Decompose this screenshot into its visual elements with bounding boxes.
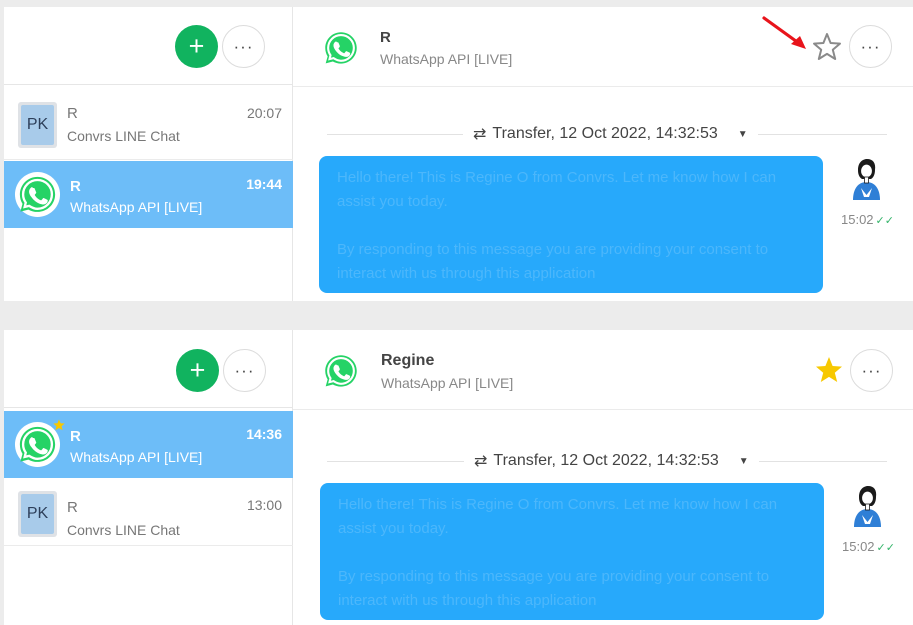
chat-area: Regine WhatsApp API [LIVE] ··· ⇄ Transfe… (293, 330, 913, 625)
conversation-item-active[interactable]: R WhatsApp API [LIVE] 14:36 (4, 411, 293, 478)
sidebar-more-button[interactable]: ··· (223, 349, 266, 392)
new-chat-button[interactable]: + (176, 349, 219, 392)
chat-area: R WhatsApp API [LIVE] ··· ⇄ Transfer, 12… (293, 7, 913, 301)
message-text: By responding to this message you are pr… (338, 568, 770, 609)
sidebar-toolbar: + ··· (4, 7, 293, 85)
whatsapp-icon (320, 350, 362, 392)
more-dots-icon: ··· (861, 360, 882, 380)
contact-channel: WhatsApp API [LIVE] (380, 51, 513, 67)
whatsapp-icon (320, 27, 362, 69)
chevron-down-icon[interactable]: ▼ (739, 456, 749, 467)
conversation-item[interactable]: PK R Convrs LINE Chat 20:07 (4, 93, 293, 160)
conversation-item[interactable]: PK R Convrs LINE Chat 13:00 (4, 479, 293, 546)
conversation-channel: Convrs LINE Chat (67, 522, 180, 538)
transfer-marker: ⇄ Transfer, 12 Oct 2022, 14:32:53 ▼ (463, 124, 758, 144)
conversation-name: R (70, 178, 81, 195)
transfer-text: Transfer, 12 Oct 2022, 14:32:53 (493, 452, 719, 469)
message-text: Hello there! This is Regine O from Convr… (338, 496, 778, 537)
conversation-channel: WhatsApp API [LIVE] (70, 449, 203, 465)
agent-avatar (850, 484, 884, 528)
message-bubble: Hello there! This is Regine O from Convr… (319, 156, 823, 293)
star-outline-icon[interactable] (811, 31, 843, 63)
conversation-channel: WhatsApp API [LIVE] (70, 199, 203, 215)
plus-icon: + (189, 355, 206, 385)
conversation-name: R (70, 428, 81, 445)
transfer-text: Transfer, 12 Oct 2022, 14:32:53 (492, 125, 718, 142)
message-text: By responding to this message you are pr… (337, 241, 769, 282)
more-dots-icon: ··· (234, 360, 255, 380)
chat-more-button[interactable]: ··· (849, 25, 892, 68)
avatar: PK (18, 491, 57, 537)
conversation-channel: Convrs LINE Chat (67, 128, 180, 144)
more-dots-icon: ··· (233, 36, 254, 56)
more-dots-icon: ··· (860, 36, 881, 56)
transfer-icon: ⇄ (474, 453, 488, 470)
avatar: PK (18, 102, 57, 148)
conversation-time: 20:07 (246, 105, 282, 121)
star-filled-icon (53, 419, 65, 431)
message-time: 15:02 ✓✓ (842, 539, 895, 554)
sidebar-more-button[interactable]: ··· (222, 25, 265, 68)
star-filled-icon[interactable] (813, 354, 845, 386)
conversation-time: 14:36 (246, 426, 282, 442)
chevron-down-icon[interactable]: ▼ (738, 129, 748, 140)
chat-header: Regine WhatsApp API [LIVE] ··· (293, 330, 913, 410)
read-receipt-icon: ✓✓ (876, 542, 895, 554)
chat-header: R WhatsApp API [LIVE] ··· (293, 7, 913, 87)
contact-channel: WhatsApp API [LIVE] (381, 375, 514, 391)
agent-avatar (849, 157, 883, 201)
conversation-time: 19:44 (246, 176, 282, 192)
conversation-item-active[interactable]: R WhatsApp API [LIVE] 19:44 (4, 161, 293, 228)
contact-name: R (380, 29, 391, 46)
message-bubble: Hello there! This is Regine O from Convr… (320, 483, 824, 620)
read-receipt-icon: ✓✓ (875, 215, 894, 227)
conversation-name: R (67, 499, 78, 516)
conversation-sidebar: + ··· PK R Convrs LINE Chat 20:07 R What… (4, 7, 293, 301)
conversation-sidebar: + ··· R WhatsApp API [LIVE] 14:36 PK R C… (4, 330, 293, 625)
plus-icon: + (188, 31, 205, 61)
bottom-chat-panel: + ··· R WhatsApp API [LIVE] 14:36 PK R C… (4, 330, 913, 625)
sidebar-toolbar: + ··· (4, 330, 293, 408)
whatsapp-icon (14, 171, 61, 218)
contact-name: Regine (381, 352, 435, 369)
transfer-marker: ⇄ Transfer, 12 Oct 2022, 14:32:53 ▼ (464, 451, 759, 471)
conversation-time: 13:00 (246, 497, 282, 513)
message-text: Hello there! This is Regine O from Convr… (337, 169, 777, 210)
transfer-icon: ⇄ (473, 126, 487, 143)
chat-more-button[interactable]: ··· (850, 349, 893, 392)
new-chat-button[interactable]: + (175, 25, 218, 68)
red-arrow-annotation (762, 16, 806, 49)
conversation-name: R (67, 105, 78, 122)
message-time: 15:02 ✓✓ (841, 212, 894, 227)
